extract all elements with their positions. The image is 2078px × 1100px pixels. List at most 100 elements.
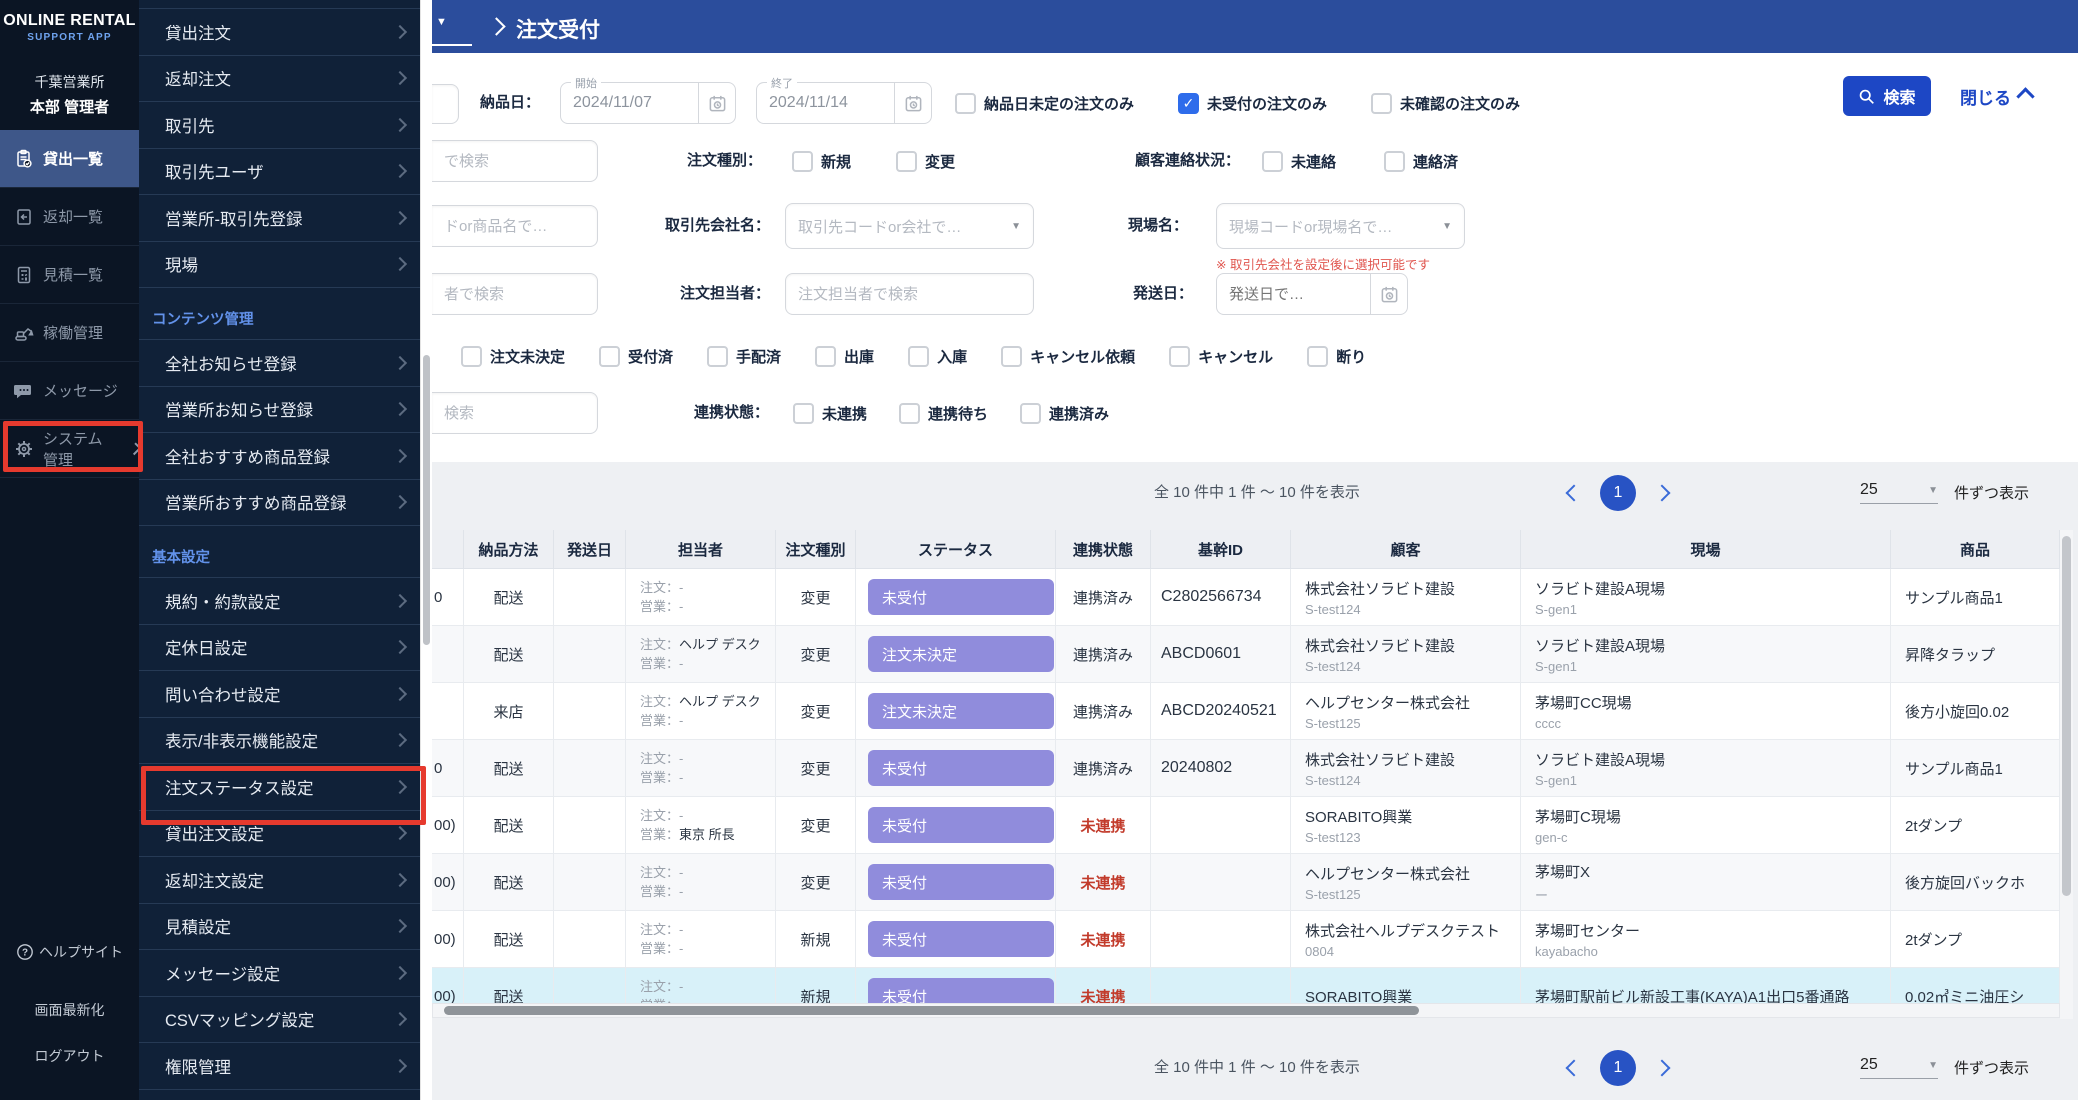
checkbox[interactable] (1001, 345, 1023, 367)
next-page-icon[interactable] (1653, 1059, 1671, 1076)
search-button[interactable]: 検索 (1843, 76, 1931, 116)
checkbox-option[interactable]: 連携待ち (899, 402, 988, 424)
sidebar-item-operation-mgmt[interactable]: 稼働管理 (0, 304, 139, 362)
flyout-item-10[interactable]: 営業所おすすめ商品登録 (139, 479, 421, 526)
checkbox-option[interactable]: 注文未決定 (461, 345, 565, 367)
table-row[interactable]: 来店 注文：ヘルプ デスク 営業：- 変更 注文未決定 連携済み ABCD20240521 ヘ… (432, 683, 2060, 740)
checked-checkbox[interactable]: ✓ (1178, 92, 1200, 114)
flyout-item-1[interactable]: 返却注文 (139, 55, 421, 102)
ship-date-input[interactable] (1217, 274, 1370, 314)
close-filter-link[interactable]: 閉じる (1960, 76, 2035, 116)
clipped-staff-input[interactable] (432, 273, 598, 315)
checkbox[interactable] (793, 402, 814, 424)
flyout-item-4[interactable]: 営業所-取引先登録 (139, 195, 421, 242)
flyout-item-5[interactable]: 現場 (139, 241, 421, 288)
flyout-item-9[interactable]: 全社おすすめ商品登録 (139, 433, 421, 480)
flyout-item-16[interactable]: 注文ステータス設定 (139, 764, 421, 811)
next-page-icon[interactable] (1653, 484, 1671, 501)
clipped-input-fragment[interactable] (432, 84, 459, 124)
checkbox-option[interactable]: キャンセル依頼 (1001, 345, 1135, 367)
sidebar-footer-help-site[interactable]: ? ヘルプサイト (0, 942, 139, 962)
page-size-select[interactable]: 25 ▼ (1860, 1056, 1938, 1079)
flyout-item-17[interactable]: 貸出注文設定 (139, 810, 421, 857)
checkbox[interactable] (599, 345, 621, 367)
flyout-item-13[interactable]: 定休日設定 (139, 624, 421, 671)
checkbox[interactable] (1169, 345, 1191, 367)
checkbox[interactable] (461, 345, 482, 367)
table-row[interactable]: 0 配送 注文：- 営業：- 変更 未受付 連携済み 20240802 株式会社ソラビト建設 S-… (432, 740, 2060, 797)
checkbox-option[interactable]: 未連携 (793, 402, 867, 424)
flyout-item-12[interactable]: 規約・約款設定 (139, 578, 421, 625)
checkbox-option[interactable]: 連絡済 (1384, 150, 1458, 172)
checkbox-option[interactable]: 連携済み (1020, 402, 1109, 424)
flyout-item-18[interactable]: 返却注文設定 (139, 857, 421, 904)
flyout-item-22[interactable]: 権限管理 (139, 1043, 421, 1090)
checkbox-option[interactable]: 出庫 (815, 345, 874, 367)
flyout-item-21[interactable]: CSVマッピング設定 (139, 996, 421, 1043)
clipped-keyword-input[interactable] (432, 392, 598, 434)
site-name-select[interactable]: 現場コードor現場名で… ▼ (1216, 203, 1465, 249)
checkbox-option[interactable]: キャンセル (1169, 345, 1273, 367)
flyout-item-3[interactable]: 取引先ユーザ (139, 148, 421, 195)
client-company-select[interactable]: 取引先コードor会社で… ▼ (785, 203, 1034, 249)
flyout-scrollbar[interactable] (420, 0, 432, 1100)
checkbox-option[interactable]: 納品日未定の注文のみ (955, 92, 1134, 114)
flyout-item-15[interactable]: 表示/非表示機能設定 (139, 717, 421, 764)
checkbox-option[interactable]: 断り (1307, 345, 1366, 367)
flyout-item-2[interactable]: 取引先 (139, 102, 421, 149)
table-row[interactable]: 配送 注文：ヘルプ デスク 営業：- 変更 注文未決定 連携済み ABCD0601 株式会社ソ… (432, 626, 2060, 683)
prev-page-icon[interactable] (1565, 484, 1583, 501)
checkbox-option[interactable]: 入庫 (908, 345, 967, 367)
flyout-item-0[interactable]: 貸出注文 (139, 9, 421, 56)
current-page-button[interactable]: 1 (1600, 1049, 1636, 1086)
table-row[interactable]: 00) 配送 注文：- 営業：東京 所長 変更 未受付 未連携 SORABITO興業 S-tes… (432, 797, 2060, 854)
sidebar-item-system-admin[interactable]: システム管理 (0, 420, 142, 478)
page-size-select[interactable]: 25 ▼ (1860, 481, 1938, 504)
checkbox[interactable] (815, 345, 837, 367)
checkbox-option[interactable]: 新規 (792, 150, 851, 172)
sidebar-item-estimate-list[interactable]: 見積一覧 (0, 246, 139, 304)
checkbox[interactable] (955, 92, 976, 114)
checkbox[interactable] (899, 402, 921, 424)
sidebar-item-messages[interactable]: メッセージ (0, 362, 139, 420)
clipped-product-input[interactable] (432, 205, 598, 247)
checkbox[interactable] (896, 150, 918, 172)
checkbox-option[interactable]: 未確認の注文のみ (1371, 92, 1520, 114)
checkbox[interactable] (707, 345, 729, 367)
order-staff-input[interactable] (785, 273, 1034, 315)
sidebar-item-return-list[interactable]: 返却一覧 (0, 188, 139, 246)
checkbox-option[interactable]: 変更 (896, 150, 955, 172)
horizontal-scrollbar[interactable] (432, 1003, 2060, 1018)
checkbox-option[interactable]: 未連絡 (1262, 150, 1336, 172)
table-row[interactable]: 00) 配送 注文：- 営業：- 新規 未受付 未連携 株式会社ヘルプデスクテスト 0804 茅場… (432, 911, 2060, 968)
flyout-item-7[interactable]: 全社お知らせ登録 (139, 340, 421, 387)
checkbox[interactable] (1262, 150, 1283, 172)
checkbox[interactable] (908, 345, 930, 367)
calendar-icon[interactable] (1370, 274, 1407, 314)
checkbox[interactable] (1371, 92, 1393, 114)
delivery-date-start-field[interactable]: 開始 (560, 75, 736, 124)
sidebar-footer-screen-refresh[interactable]: 画面最新化 (0, 1000, 139, 1020)
calendar-icon[interactable] (894, 83, 931, 123)
checkbox[interactable] (792, 150, 813, 172)
flyout-item-20[interactable]: メッセージ設定 (139, 950, 421, 997)
flyout-scrollbar-thumb[interactable] (423, 355, 430, 645)
checkbox[interactable] (1307, 345, 1329, 367)
calendar-icon[interactable] (698, 83, 735, 123)
breadcrumb-select-caret-icon[interactable]: ▼ (436, 16, 447, 28)
vertical-scrollbar-thumb[interactable] (2062, 536, 2071, 896)
table-row[interactable]: 00) 配送 注文：- 営業： 新規 未受付 未連携 SORABITO興業 茅場町駅前ビル新設工… (432, 968, 2060, 1006)
flyout-item-14[interactable]: 問い合わせ設定 (139, 671, 421, 718)
checkbox[interactable] (1384, 150, 1406, 172)
delivery-date-end-field[interactable]: 終了 (756, 75, 932, 124)
checkbox-option[interactable]: 手配済 (707, 345, 781, 367)
checkbox-option[interactable]: 受付済 (599, 345, 673, 367)
flyout-item-8[interactable]: 営業所お知らせ登録 (139, 386, 421, 433)
table-row[interactable]: 00) 配送 注文：- 営業：- 変更 未受付 未連携 ヘルプセンター株式会社 S-test12… (432, 854, 2060, 911)
sidebar-item-rental-list[interactable]: 貸出一覧 (0, 130, 139, 188)
clipped-search-input[interactable] (432, 140, 598, 182)
flyout-item-19[interactable]: 見積設定 (139, 903, 421, 950)
vertical-scrollbar[interactable] (2060, 530, 2073, 1019)
ship-date-field[interactable] (1216, 273, 1408, 315)
checkbox-option[interactable]: ✓ 未受付の注文のみ (1178, 92, 1327, 114)
